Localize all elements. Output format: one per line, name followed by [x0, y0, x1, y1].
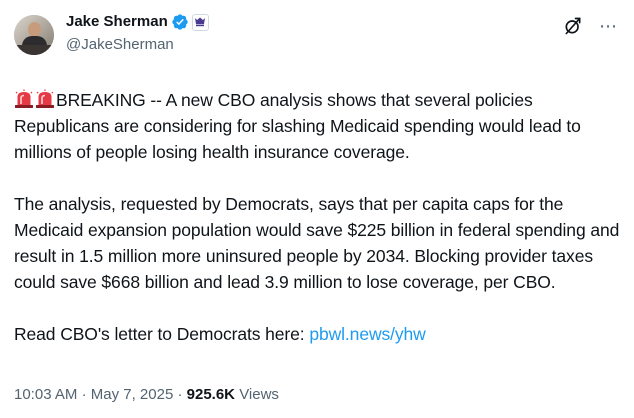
more-options-icon[interactable]: ⋯ — [599, 17, 618, 35]
tweet-text: BREAKING -- A new CBO analysis shows tha… — [14, 87, 626, 347]
views-count[interactable]: 925.6K — [187, 386, 235, 403]
tweet-paragraph-3-text: Read CBO's letter to Democrats here: — [14, 324, 310, 344]
tweet-paragraph-1: BREAKING -- A new CBO analysis shows tha… — [14, 87, 626, 165]
author-display-name[interactable]: Jake Sherman — [66, 12, 168, 32]
affiliate-badge-icon[interactable] — [191, 13, 209, 31]
tweet-meta: 10:03 AM · May 7, 2025 · 925.6K Views — [14, 386, 279, 403]
tweet-paragraph-1-text: BREAKING -- A new CBO analysis shows tha… — [14, 90, 581, 162]
avatar[interactable] — [14, 15, 54, 55]
tweet-date[interactable]: May 7, 2025 — [91, 386, 174, 403]
tweet-link[interactable]: pbwl.news/yhw — [309, 324, 425, 344]
tweet-card: Jake Sherman @JakeSherman ⋯ BREAKING -- … — [0, 0, 634, 418]
tweet-actions: ⋯ — [563, 16, 618, 36]
author-handle[interactable]: @JakeSherman — [66, 35, 209, 55]
meta-separator: · — [81, 386, 87, 403]
siren-emoji — [15, 89, 33, 108]
grok-icon[interactable] — [563, 16, 583, 36]
tweet-time[interactable]: 10:03 AM — [14, 386, 77, 403]
meta-separator: · — [177, 386, 183, 403]
views-label: Views — [239, 386, 279, 403]
tweet-paragraph-2: The analysis, requested by Democrats, sa… — [14, 194, 620, 292]
verified-badge-icon[interactable] — [171, 13, 189, 31]
siren-emoji — [36, 89, 54, 108]
author-info: Jake Sherman @JakeSherman — [66, 12, 209, 55]
tweet-paragraph-3: Read CBO's letter to Democrats here: pbw… — [14, 321, 626, 347]
tweet-header: Jake Sherman @JakeSherman ⋯ — [14, 12, 618, 64]
